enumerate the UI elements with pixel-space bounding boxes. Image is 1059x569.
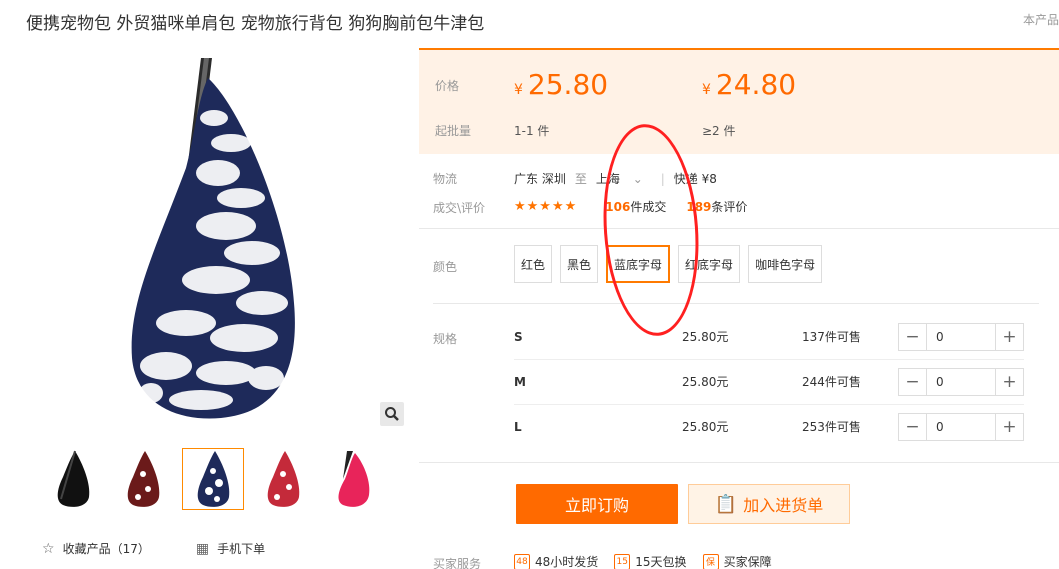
- deals-label: 成交\评价: [433, 201, 486, 215]
- color-option-blue-letters[interactable]: 蓝底字母: [606, 245, 671, 283]
- exchange-badge-icon: 15: [614, 553, 631, 569]
- price-panel: 价格 起批量 ¥25.80 ¥24.80 1-1 件 ≥2 件: [419, 48, 1059, 154]
- minus-button[interactable]: −: [899, 413, 926, 440]
- min-order-label: 起批量: [435, 124, 472, 138]
- quantity-stepper: − 0 +: [898, 367, 1024, 396]
- ship-from: 广东 深圳: [514, 172, 566, 186]
- favorite-product-link[interactable]: ☆ 收藏产品（17）: [42, 540, 150, 557]
- main-product-image[interactable]: [26, 48, 404, 428]
- spec-size: M: [514, 374, 526, 389]
- destination-select[interactable]: 上海 ⌄: [596, 170, 652, 187]
- color-option-red[interactable]: 红色: [514, 245, 553, 283]
- quantity-input[interactable]: 0: [926, 323, 996, 350]
- mobile-order-link[interactable]: ▦ 手机下单: [196, 540, 265, 557]
- thumbnail-strip: [42, 448, 392, 510]
- bag-illustration: [131, 58, 295, 419]
- quantity-stepper: − 0 +: [898, 322, 1024, 351]
- quantity-input[interactable]: 0: [926, 413, 996, 440]
- shipping-badge-icon: 48: [514, 553, 530, 569]
- buy-now-button[interactable]: 立即订购: [516, 484, 678, 524]
- spec-stock: 137件可售: [802, 330, 861, 344]
- star-outline-icon: ☆: [42, 540, 55, 557]
- spec-row-s: S 25.80元 137件可售 − 0 +: [514, 314, 1024, 359]
- buyer-services: 48 48小时发货 15 15天包换 保 买家保障: [514, 553, 788, 569]
- clipboard-icon: 📋: [714, 493, 738, 515]
- logistics-info: 广东 深圳 至 上海 ⌄ | 快递 ¥8: [514, 170, 717, 187]
- review-count[interactable]: 189条评价: [686, 198, 747, 215]
- quantity-input[interactable]: 0: [926, 368, 996, 395]
- chevron-down-icon: ⌄: [632, 172, 643, 186]
- spec-row-m: M 25.80元 244件可售 − 0 +: [514, 359, 1024, 404]
- logistics-label: 物流: [433, 172, 458, 186]
- express-fee: 快递 ¥8: [673, 172, 717, 186]
- color-option-coffee-letters[interactable]: 咖啡色字母: [748, 245, 823, 283]
- plus-button[interactable]: +: [996, 323, 1023, 350]
- thumbnail[interactable]: [182, 448, 244, 510]
- spec-price: 25.80元: [682, 330, 729, 344]
- deal-stats: ★★★★★ 106件成交 189条评价: [514, 198, 767, 215]
- thumbnail[interactable]: [42, 448, 104, 510]
- add-to-cart-button[interactable]: 📋 加入进货单: [688, 484, 850, 524]
- services-label: 买家服务: [433, 557, 482, 569]
- magnifier-icon: [385, 407, 399, 421]
- price-tier-1: ¥25.80: [514, 68, 609, 101]
- plus-button[interactable]: +: [996, 368, 1023, 395]
- spec-stock: 244件可售: [802, 375, 861, 389]
- thumbnail[interactable]: [322, 448, 384, 510]
- thumbnail[interactable]: [252, 448, 314, 510]
- sold-count[interactable]: 106件成交: [605, 198, 666, 215]
- spec-price: 25.80元: [682, 375, 729, 389]
- service-buyer-protection[interactable]: 保 买家保障: [702, 553, 772, 569]
- qty-tier-1: 1-1 件: [514, 124, 550, 138]
- product-title: 便携宠物包 外贸猫咪单肩包 宠物旅行背包 狗狗胸前包牛津包: [26, 14, 485, 34]
- rating-stars: ★★★★★: [514, 199, 578, 214]
- spec-size: L: [514, 419, 522, 434]
- qrcode-icon: ▦: [195, 540, 210, 557]
- qty-tier-2: ≥2 件: [702, 124, 736, 138]
- price-tier-2: ¥24.80: [702, 68, 797, 101]
- service-48h-shipping[interactable]: 48 48小时发货: [514, 553, 598, 569]
- price-label: 价格: [435, 79, 460, 93]
- minus-button[interactable]: −: [899, 323, 926, 350]
- spec-size: S: [514, 329, 523, 344]
- product-note[interactable]: 本产品: [1023, 11, 1059, 28]
- spec-row-l: L 25.80元 253件可售 − 0 +: [514, 404, 1024, 449]
- service-15day-exchange[interactable]: 15 15天包换: [614, 553, 687, 569]
- color-label: 颜色: [433, 260, 458, 274]
- color-option-red-letters[interactable]: 红底字母: [678, 245, 741, 283]
- spec-label: 规格: [433, 332, 458, 346]
- plus-button[interactable]: +: [996, 413, 1023, 440]
- spec-price: 25.80元: [682, 420, 729, 434]
- color-options: 红色 黑色 蓝底字母 红底字母 咖啡色字母: [514, 245, 830, 283]
- quantity-stepper: − 0 +: [898, 412, 1024, 441]
- minus-button[interactable]: −: [899, 368, 926, 395]
- thumbnail[interactable]: [112, 448, 174, 510]
- protection-badge-icon: 保: [702, 553, 719, 569]
- zoom-button[interactable]: [380, 402, 404, 426]
- color-option-black[interactable]: 黑色: [560, 245, 599, 283]
- spec-stock: 253件可售: [802, 420, 861, 434]
